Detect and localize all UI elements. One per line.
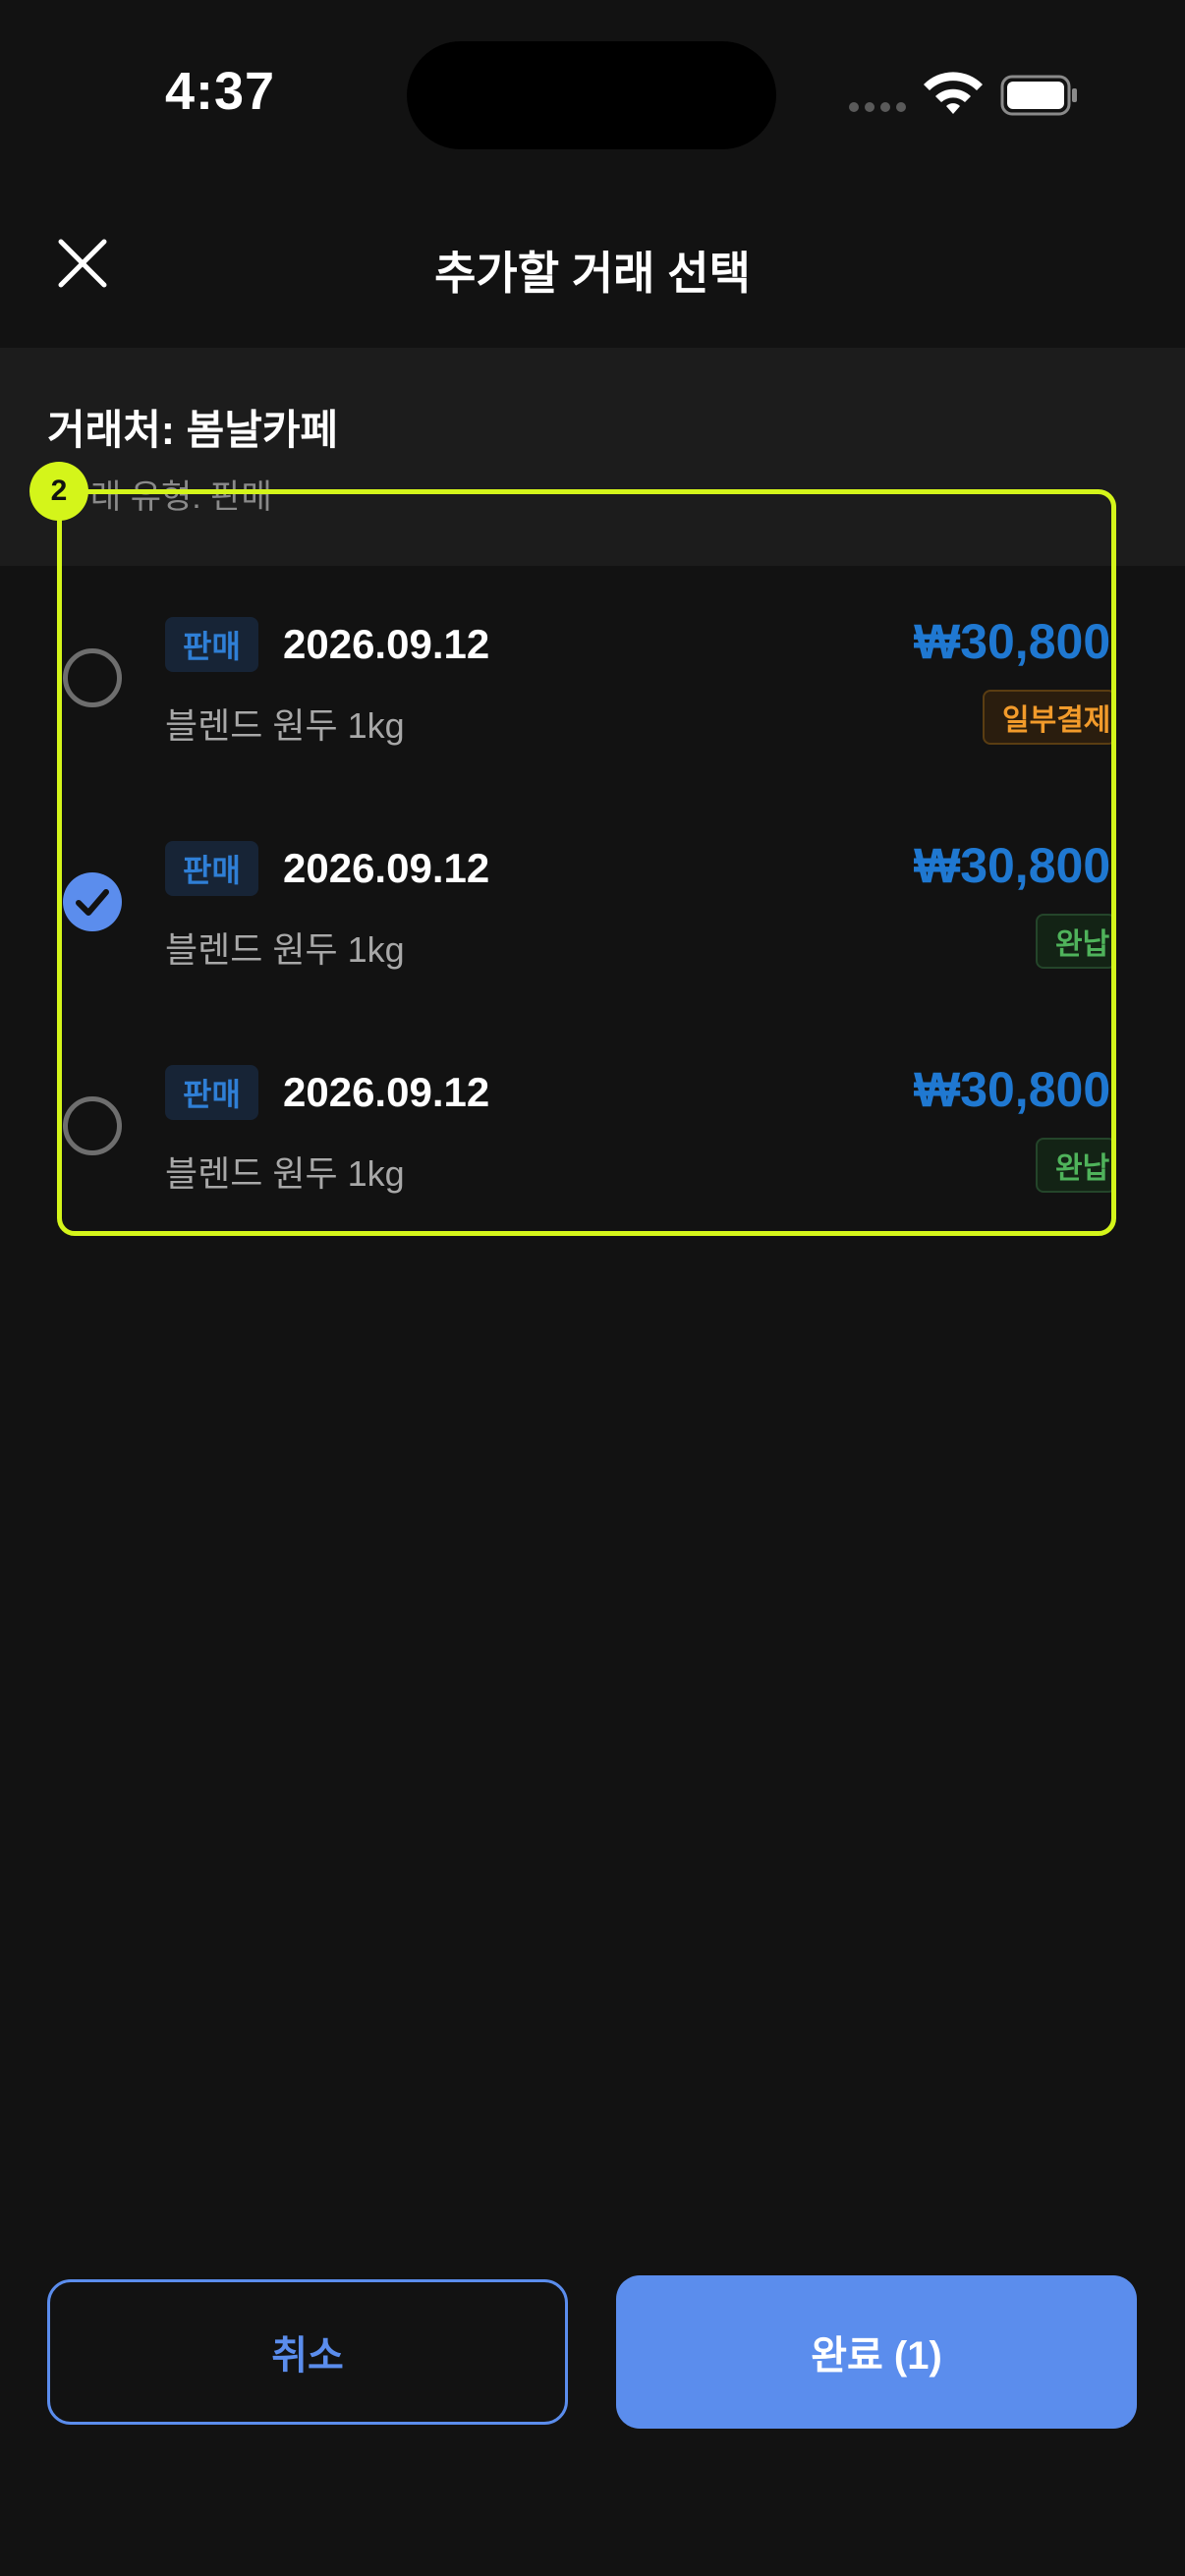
done-button[interactable]: 완료 (1) [616,2275,1137,2429]
annotation-highlight-box [57,489,1116,1236]
dynamic-island [407,41,776,149]
battery-icon [1000,75,1077,116]
status-time: 4:37 [165,62,276,121]
cancel-button[interactable]: 취소 [47,2279,568,2425]
wifi-icon [924,72,983,114]
annotation-badge: 2 [29,462,88,521]
vendor-name: 거래처: 봄날카페 [47,407,339,453]
cellular-signal-icon [849,102,908,116]
page-title: 추가할 거래 선택 [434,248,751,299]
